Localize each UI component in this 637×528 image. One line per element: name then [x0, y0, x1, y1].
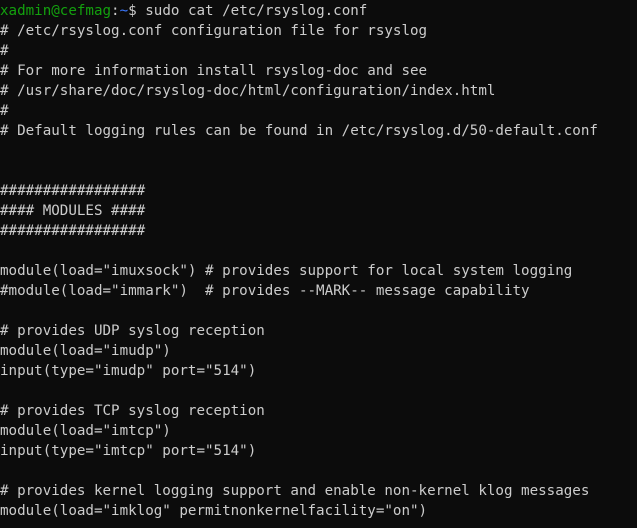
output-line: input(type="imudp" port="514") — [0, 363, 257, 379]
prompt-command: sudo cat /etc/rsyslog.conf — [145, 3, 368, 19]
prompt-user-host: xadmin@cefmag — [0, 3, 112, 19]
output-line: # For more information install rsyslog-d… — [0, 63, 428, 79]
output-line: #### MODULES #### — [0, 203, 146, 219]
output-line: input(type="imtcp" port="514") — [0, 443, 257, 459]
output-line: # provides TCP syslog reception — [0, 403, 265, 419]
output-line: # /usr/share/doc/rsyslog-doc/html/config… — [0, 83, 496, 99]
output-line: # provides UDP syslog reception — [0, 323, 265, 339]
terminal-output: xadmin@cefmag:~$ sudo cat /etc/rsyslog.c… — [0, 1, 637, 521]
output-line: ################# — [0, 223, 146, 239]
output-line: # — [0, 43, 9, 59]
output-line: # provides kernel logging support and en… — [0, 483, 590, 499]
output-line: module(load="imudp") — [0, 343, 171, 359]
output-line: module(load="imuxsock") # provides suppo… — [0, 263, 573, 279]
output-line: ################# — [0, 183, 146, 199]
prompt-path: ~ — [119, 3, 129, 19]
output-line: # — [0, 103, 9, 119]
prompt-separator: : — [111, 3, 120, 19]
output-line: # /etc/rsyslog.conf configuration file f… — [0, 23, 428, 39]
output-line: #module(load="immark") # provides --MARK… — [0, 283, 530, 299]
terminal-window[interactable]: xadmin@cefmag:~$ sudo cat /etc/rsyslog.c… — [0, 0, 637, 528]
output-line: module(load="imtcp") — [0, 423, 171, 439]
prompt-line: xadmin@cefmag:~$ sudo cat /etc/rsyslog.c… — [0, 1, 637, 21]
output-line: # Default logging rules can be found in … — [0, 123, 598, 139]
prompt-symbol: $ — [128, 3, 146, 19]
output-line: module(load="imklog" permitnonkernelfaci… — [0, 503, 428, 519]
